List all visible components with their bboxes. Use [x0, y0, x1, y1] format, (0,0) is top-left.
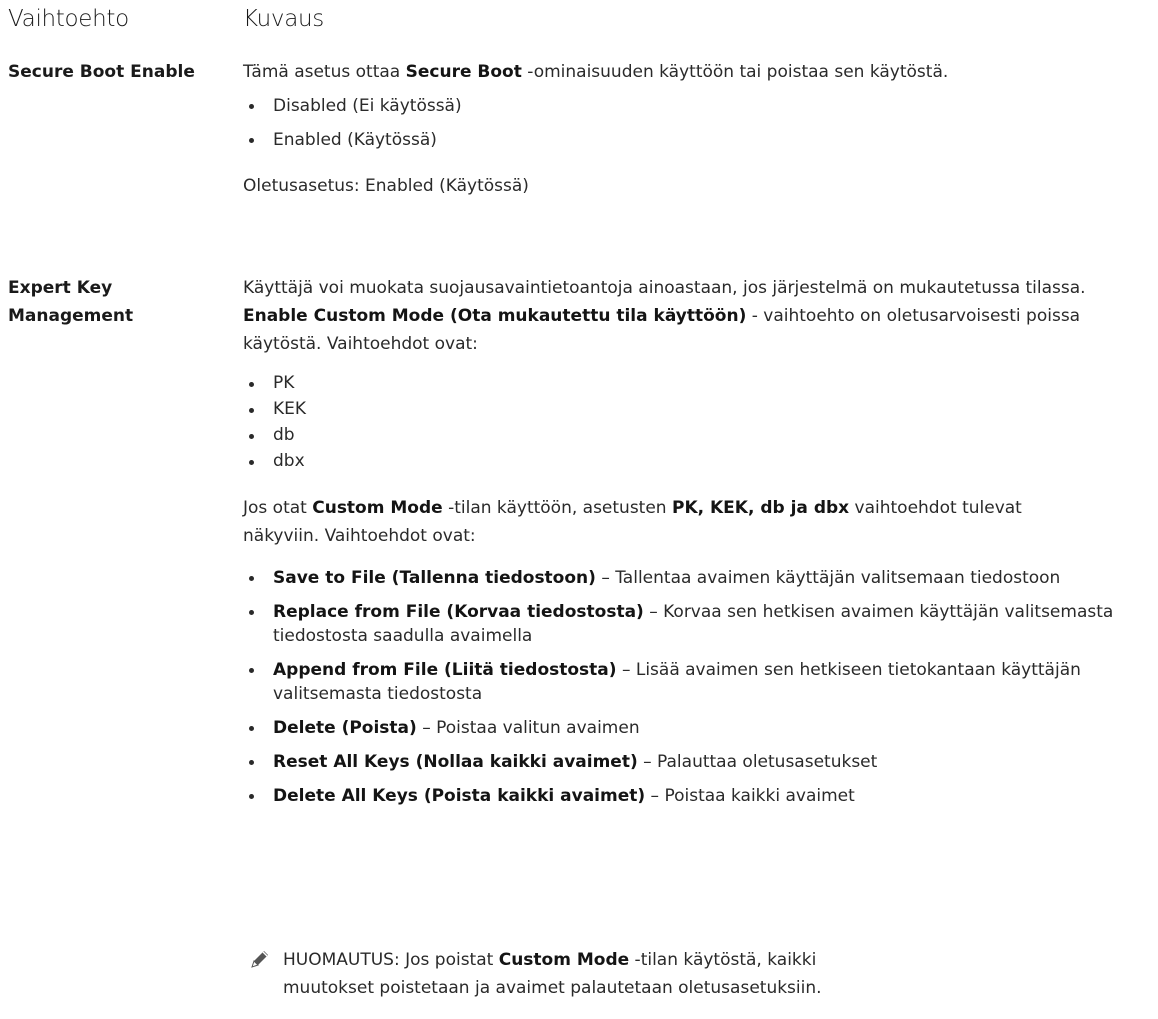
key-action-list: Save to File (Tallenna tiedostoon) – Tal…: [243, 566, 1123, 808]
list-item: dbx: [243, 448, 1153, 474]
bullet-icon: [249, 726, 254, 731]
expert-key-paragraph-1: Käyttäjä voi muokata suojausavaintietoan…: [243, 278, 1086, 354]
option-label-expert-key: Expert Key Management: [8, 278, 134, 326]
bullet-icon: [249, 408, 254, 413]
list-item: Replace from File (Korvaa tiedostosta) –…: [243, 600, 1123, 648]
list-item: db: [243, 422, 1153, 448]
secure-boot-description: Tämä asetus ottaa Secure Boot -ominaisuu…: [243, 58, 1153, 200]
note-text: HUOMAUTUS: Jos poistat Custom Mode -tila…: [283, 950, 822, 998]
option-label-secure-boot: Secure Boot Enable: [8, 62, 195, 82]
bullet-icon: [249, 576, 254, 581]
secure-boot-option-list: Disabled (Ei käytössä) Enabled (Käytössä…: [243, 92, 1153, 154]
column-header-description: Kuvaus: [243, 6, 324, 32]
bullet-icon: [249, 104, 254, 109]
list-item: Save to File (Tallenna tiedostoon) – Tal…: [243, 566, 1123, 590]
bullet-icon: [249, 610, 254, 615]
list-item: Delete All Keys (Poista kaikki avaimet) …: [243, 784, 1123, 808]
secure-boot-intro: Tämä asetus ottaa Secure Boot -ominaisuu…: [243, 62, 949, 82]
bullet-icon: [249, 668, 254, 673]
expert-key-paragraph-2: Jos otat Custom Mode -tilan käyttöön, as…: [243, 498, 1022, 546]
bullet-icon: [249, 382, 254, 387]
list-item: Reset All Keys (Nollaa kaikki avaimet) –…: [243, 750, 1123, 774]
expert-key-description: Käyttäjä voi muokata suojausavaintietoan…: [243, 274, 1153, 818]
key-type-list: PK KEK db dbx: [243, 370, 1153, 474]
bullet-icon: [249, 138, 254, 143]
secure-boot-default: Oletusasetus: Enabled (Käytössä): [243, 176, 529, 196]
bullet-icon: [249, 434, 254, 439]
list-item: KEK: [243, 396, 1153, 422]
bullet-icon: [249, 760, 254, 765]
pencil-icon: [251, 951, 268, 968]
list-item: Enabled (Käytössä): [243, 126, 1153, 154]
bullet-icon: [249, 460, 254, 465]
column-header-option: Vaihtoehto: [8, 6, 129, 32]
list-item: PK: [243, 370, 1153, 396]
list-item: Disabled (Ei käytössä): [243, 92, 1153, 120]
list-item: Append from File (Liitä tiedostosta) – L…: [243, 658, 1123, 706]
list-item: Delete (Poista) – Poistaa valitun avaime…: [243, 716, 1123, 740]
bullet-icon: [249, 794, 254, 799]
